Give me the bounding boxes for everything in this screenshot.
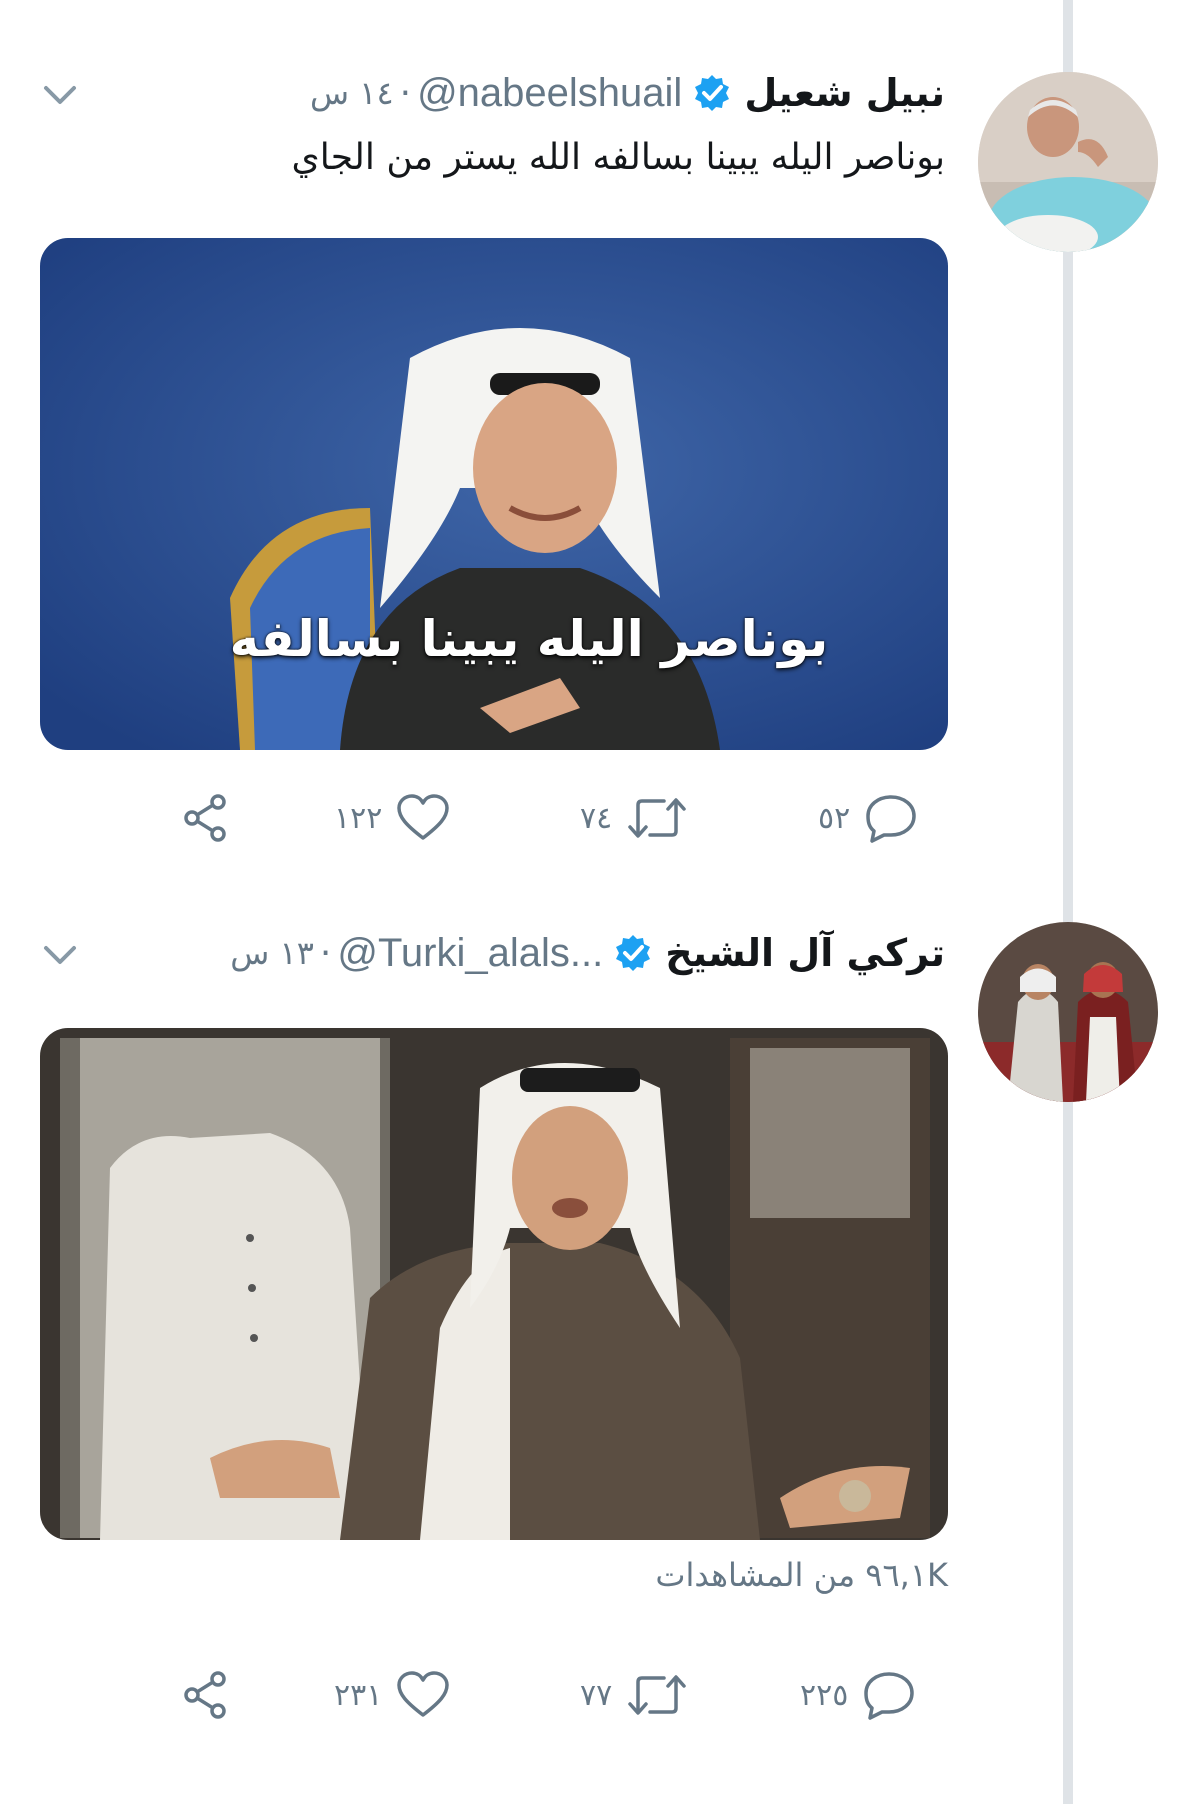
retweet-count: ٧٧	[580, 1677, 613, 1713]
retweet-button[interactable]: ٧٧	[580, 1665, 688, 1725]
retweet-icon	[628, 798, 686, 838]
reply-count: ٥٢	[818, 800, 851, 836]
share-button[interactable]	[180, 788, 232, 848]
tweet-1[interactable]: نبيل شعيل @nabeelshuail · ١٤ س بوناصر ال…	[0, 0, 1200, 860]
display-name[interactable]: تركي آل الشيخ	[665, 931, 945, 975]
like-count: ١٢٢	[334, 800, 383, 836]
tweet-2[interactable]: تركي آل الشيخ @Turki_alals... · ١٣ س ٩٦,…	[0, 860, 1200, 1804]
like-button[interactable]: ١٢٢	[334, 788, 450, 848]
retweet-count: ٧٤	[580, 800, 613, 836]
timestamp[interactable]: ١٣ س	[230, 934, 314, 972]
like-count: ٢٣١	[334, 1677, 383, 1713]
avatar[interactable]	[978, 922, 1158, 1102]
tweet-actions: ١٢٢ ٧٤ ٥٢	[0, 788, 1200, 848]
media-photo	[40, 238, 948, 750]
heart-icon	[397, 1671, 450, 1717]
like-button[interactable]: ٢٣١	[334, 1665, 450, 1725]
reply-button[interactable]: ٥٢	[818, 788, 918, 848]
share-button[interactable]	[180, 1665, 232, 1725]
share-icon	[184, 1671, 226, 1719]
tweet-actions: ٢٣١ ٧٧ ٢٢٥	[0, 1665, 1200, 1725]
chevron-down-icon[interactable]	[40, 940, 80, 970]
heart-icon	[397, 794, 450, 840]
reply-icon	[864, 1672, 915, 1720]
tweet-media-video[interactable]	[40, 1028, 948, 1540]
reply-icon	[866, 795, 916, 843]
avatar-image	[978, 72, 1158, 252]
reply-count: ٢٢٥	[800, 1677, 849, 1713]
display-name[interactable]: نبيل شعيل	[744, 71, 945, 115]
reply-button[interactable]: ٢٢٥	[800, 1665, 916, 1725]
chevron-down-icon[interactable]	[40, 80, 80, 110]
tweet-header: نبيل شعيل @nabeelshuail · ١٤ س	[310, 58, 945, 128]
handle[interactable]: @Turki_alals...	[337, 931, 603, 976]
view-count: ٩٦,١K من المشاهدات	[655, 1556, 948, 1594]
retweet-button[interactable]: ٧٤	[580, 788, 688, 848]
avatar-image	[978, 922, 1158, 1102]
separator-dot: ·	[399, 72, 412, 114]
share-icon	[184, 794, 226, 842]
avatar[interactable]	[978, 72, 1158, 252]
verified-badge-icon	[613, 933, 653, 973]
retweet-icon	[628, 1675, 686, 1715]
tweet-header: تركي آل الشيخ @Turki_alals... · ١٣ س	[230, 918, 945, 988]
separator-dot: ·	[319, 932, 332, 974]
media-caption: بوناصر اليله يبينا بسالفه	[229, 610, 829, 668]
tweet-text: بوناصر اليله يبينا بسالفه الله يستر من ا…	[291, 137, 945, 178]
verified-badge-icon	[692, 73, 732, 113]
media-video-frame	[40, 1028, 948, 1540]
timestamp[interactable]: ١٤ س	[310, 74, 394, 112]
tweet-media-image[interactable]: بوناصر اليله يبينا بسالفه	[40, 238, 948, 750]
handle[interactable]: @nabeelshuail	[417, 71, 682, 116]
